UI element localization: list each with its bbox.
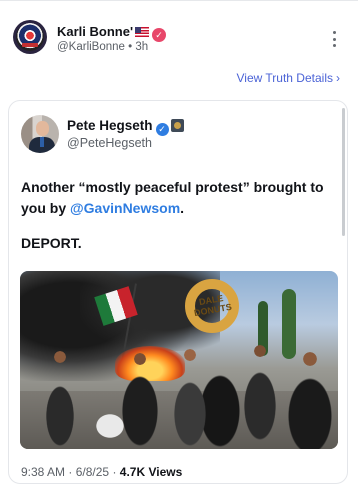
post-header: Karli Bonne' ✓ @KarliBonne • 3h [13,20,348,60]
author-name-row[interactable]: Karli Bonne' ✓ [57,24,167,42]
author-handle[interactable]: @KarliBonne [57,41,125,53]
quoted-post-text: Another “mostly peaceful protest” brough… [21,179,324,216]
more-options-button[interactable] [327,28,341,50]
view-count: 4.7K [119,465,146,479]
scrollbar[interactable] [342,108,345,236]
view-truth-details-link[interactable]: View Truth Details › [237,71,341,85]
post-date: 6/8/25 [75,465,110,479]
view-truth-details-label[interactable]: View Truth Details [237,71,334,85]
author-name[interactable]: Karli Bonne' [57,24,133,39]
author-avatar[interactable] [13,20,47,54]
top-divider [0,0,358,1]
crowd [20,356,338,449]
post-time: 3h [135,41,149,53]
quoted-author-name-row[interactable]: Pete Hegseth ✓ [67,118,184,136]
verified-check-icon: ✓ [155,123,169,136]
quoted-post-card[interactable]: Pete Hegseth ✓ @PeteHegseth Another “most… [8,100,348,484]
verified-badge-icon: ✓ [152,28,167,42]
quoted-author-handle[interactable]: @PeteHegseth [67,136,152,150]
post-timestamp: 9:38 AM [21,465,66,479]
us-flag-icon [135,27,150,37]
protest-photo[interactable]: DALE DONUTS [20,271,338,449]
author-meta: @KarliBonne • 3h [57,41,148,53]
government-badge-icon [170,119,184,132]
more-vertical-icon [332,31,336,34]
chevron-right-icon: › [336,71,340,85]
quoted-author-name[interactable]: Pete Hegseth [67,118,153,133]
meta-separator: • [128,41,133,53]
mention-link[interactable]: @GavinNewsom [70,200,180,216]
quoted-post-text-line2: DEPORT. [21,235,82,251]
quoted-post-footer: 9:38 AM · 6/8/25 · 4.7K Views [21,465,183,479]
quoted-author-avatar[interactable] [21,115,59,153]
views-label: Views [148,465,183,479]
